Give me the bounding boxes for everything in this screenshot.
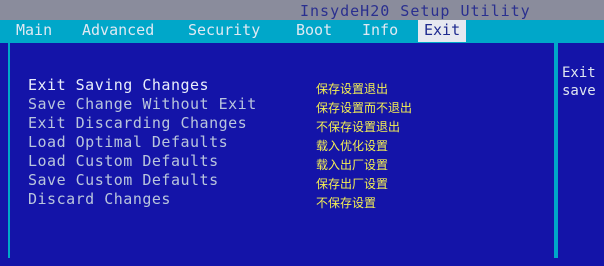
option-save-custom-defaults[interactable]: Save Custom Defaults: [28, 171, 219, 189]
option-load-optimal-defaults[interactable]: Load Optimal Defaults: [28, 133, 228, 151]
help-text-line: Exit: [562, 65, 596, 81]
option-note: 保存设置而不退出: [316, 101, 413, 115]
option-note: 不保存设置: [316, 196, 377, 210]
option-discard-changes[interactable]: Discard Changes: [28, 190, 171, 208]
option-note: 不保存设置退出: [316, 120, 401, 134]
bios-screen: InsydeH20 Setup Utility Main Advanced Se…: [0, 0, 604, 266]
option-note: 载入优化设置: [316, 139, 389, 153]
option-exit-saving-changes[interactable]: Exit Saving Changes: [28, 76, 209, 94]
tab-exit[interactable]: Exit: [418, 20, 467, 42]
tab-security[interactable]: Security: [188, 20, 260, 42]
tab-info[interactable]: Info: [362, 20, 398, 42]
tab-boot[interactable]: Boot: [296, 20, 332, 42]
tab-advanced[interactable]: Advanced: [82, 20, 154, 42]
options-panel: Exit Saving Changes 保存设置退出 Save Change W…: [8, 43, 556, 258]
option-note: 保存设置退出: [316, 82, 389, 96]
menu-bar: Main Advanced Security Boot Info Exit: [0, 20, 604, 42]
option-note: 保存出厂设置: [316, 177, 389, 191]
help-text-line: save: [562, 83, 596, 99]
help-panel: Exit save: [556, 43, 604, 258]
option-exit-discarding-changes[interactable]: Exit Discarding Changes: [28, 114, 247, 132]
title-bar: InsydeH20 Setup Utility: [0, 0, 604, 20]
option-load-custom-defaults[interactable]: Load Custom Defaults: [28, 152, 219, 170]
option-note: 载入出厂设置: [316, 158, 389, 172]
option-save-change-without-exit[interactable]: Save Change Without Exit: [28, 95, 257, 113]
app-title: InsydeH20 Setup Utility: [300, 2, 531, 20]
tab-main[interactable]: Main: [16, 20, 52, 42]
